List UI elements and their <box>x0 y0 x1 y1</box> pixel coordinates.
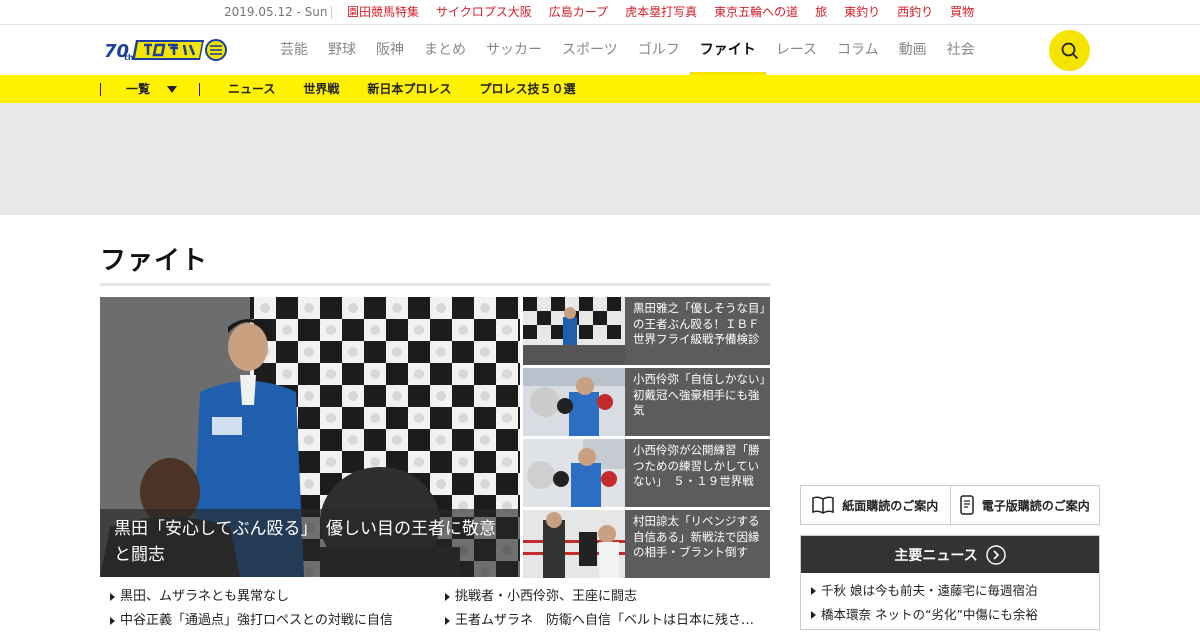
story-title: 小西伶弥が公開練習「勝つための練習しかしていない」 ５・１９世界戦 <box>633 443 760 488</box>
site-logo[interactable]: 70 th <box>104 36 234 64</box>
caret-down-icon <box>167 86 178 93</box>
side-story[interactable]: 小西伶弥が公開練習「勝つための練習しかしていない」 ５・１９世界戦 <box>523 439 770 507</box>
news-list-left: 黒田、ムザラネとも異常なし 中谷正義「通過点」強打ロペスとの対戦に自信 <box>110 585 430 633</box>
story-thumbnail <box>523 510 625 578</box>
digital-subscribe-label: 電子版購読のご案内 <box>981 498 1090 513</box>
news-list-right: 挑戦者・小西伶弥、王座に闘志 王者ムザラネ 防衛へ自信「ベルトは日本に残さない」 <box>445 585 765 633</box>
nav-item[interactable]: 野球 <box>318 25 366 75</box>
list-item[interactable]: 挑戦者・小西伶弥、王座に闘志 <box>445 585 765 609</box>
side-story[interactable]: 村田諒太「リベンジする自信ある」新戦法で因縁の相手・ブラント倒す <box>523 510 770 578</box>
ad-area <box>0 103 1200 215</box>
story-thumbnail <box>523 297 625 365</box>
title-rule <box>100 283 770 286</box>
sub-nav: 一覧 ニュース 世界戦 新日本プロレス プロレス技５０選 <box>0 75 1200 103</box>
side-story[interactable]: 小西伶弥「自信しかない」初戴冠へ強豪相手にも強気 <box>523 368 770 436</box>
nav-item[interactable]: 社会 <box>937 25 985 75</box>
nav-item[interactable]: レース <box>766 25 827 75</box>
main-nav: 芸能 野球 阪神 まとめ サッカー スポーツ ゴルフ ファイト レース コラム … <box>270 25 985 75</box>
sub-link[interactable]: 新日本プロレス <box>367 75 451 103</box>
divider <box>199 83 200 96</box>
main-news-header[interactable]: 主要ニュース <box>801 536 1099 573</box>
search-button[interactable] <box>1049 30 1090 71</box>
main-news-title: 主要ニュース <box>894 547 978 564</box>
story-thumbnail <box>523 439 625 507</box>
hero-caption: 黒田「安心してぶん殴る」 優しい目の王者に敬意と闘志 <box>100 509 520 577</box>
svg-text:th: th <box>124 53 134 62</box>
story-thumbnail <box>523 368 625 436</box>
divider <box>100 83 101 96</box>
open-book-icon <box>812 496 834 514</box>
top-link[interactable]: 旅 <box>815 0 827 24</box>
nav-item[interactable]: コラム <box>827 25 889 75</box>
list-item[interactable]: 橋本環奈 ネットの“劣化”中傷にも余裕 <box>811 603 1089 627</box>
list-dropdown-label: 一覧 <box>126 82 151 96</box>
top-link[interactable]: 広島カープ <box>549 0 608 24</box>
nav-item-active[interactable]: ファイト <box>689 25 766 75</box>
top-link[interactable]: サイクロプス大阪 <box>436 0 532 24</box>
tablet-icon <box>959 495 974 515</box>
subscribe-buttons: 紙面購読のご案内 電子版購読のご案内 <box>800 485 1100 525</box>
list-item[interactable]: 黒田、ムザラネとも異常なし <box>110 585 430 609</box>
nav-item[interactable]: 芸能 <box>270 25 318 75</box>
site-header: 70 th 芸能 野球 阪神 まとめ サッカー スポーツ ゴルフ ファイト レー… <box>0 25 1200 75</box>
sub-link[interactable]: 世界戦 <box>303 75 339 103</box>
sub-links: ニュース 世界戦 新日本プロレス プロレス技５０選 <box>228 75 603 103</box>
top-strip: 2019.05.12 - Sun 園田競馬特集 サイクロプス大阪 広島カープ 虎… <box>0 0 1200 25</box>
list-item[interactable]: 王者ムザラネ 防衛へ自信「ベルトは日本に残さない」 <box>445 609 765 633</box>
top-link[interactable]: 虎本塁打写真 <box>625 0 697 24</box>
search-icon <box>1061 42 1078 59</box>
top-link[interactable]: 東京五輪への道 <box>714 0 798 24</box>
story-title: 村田諒太「リベンジする自信ある」新戦法で因縁の相手・ブラント倒す <box>633 514 760 559</box>
sub-link[interactable]: ニュース <box>228 75 275 103</box>
main-news-list: 千秋 娘は今も前夫・遠藤宅に毎週宿泊 橋本環奈 ネットの“劣化”中傷にも余裕 <box>801 573 1099 627</box>
list-item[interactable]: 千秋 娘は今も前夫・遠藤宅に毎週宿泊 <box>811 579 1089 603</box>
side-story[interactable]: 黒田雅之「優しそうな目」の王者ぶん殴る！ＩＢＦ世界フライ級戦予備検診 <box>523 297 770 365</box>
paper-subscribe-button[interactable]: 紙面購読のご案内 <box>801 486 950 524</box>
hero-story[interactable]: 黒田「安心してぶん殴る」 優しい目の王者に敬意と闘志 <box>100 297 520 577</box>
top-link[interactable]: 西釣り <box>897 0 933 24</box>
nav-item[interactable]: サッカー <box>476 25 552 75</box>
nav-item[interactable]: 阪神 <box>366 25 414 75</box>
top-links: 園田競馬特集 サイクロプス大阪 広島カープ 虎本塁打写真 東京五輪への道 旅 東… <box>347 0 991 24</box>
sub-link[interactable]: プロレス技５０選 <box>479 75 575 103</box>
nav-item[interactable]: 動画 <box>889 25 937 75</box>
chevron-right-circle-icon <box>985 544 1006 565</box>
nav-item[interactable]: スポーツ <box>552 25 628 75</box>
story-title: 小西伶弥「自信しかない」初戴冠へ強豪相手にも強気 <box>633 372 766 417</box>
digital-subscribe-button[interactable]: 電子版購読のご案内 <box>949 486 1100 524</box>
page-title: ファイト <box>100 246 209 276</box>
top-link[interactable]: 買物 <box>950 0 974 24</box>
main-news-box: 主要ニュース 千秋 娘は今も前夫・遠藤宅に毎週宿泊 橋本環奈 ネットの“劣化”中… <box>800 535 1100 630</box>
story-title: 黒田雅之「優しそうな目」の王者ぶん殴る！ＩＢＦ世界フライ級戦予備検診 <box>633 301 766 346</box>
paper-subscribe-label: 紙面購読のご案内 <box>842 498 939 513</box>
list-dropdown[interactable]: 一覧 <box>126 75 178 103</box>
top-link[interactable]: 園田競馬特集 <box>347 0 419 24</box>
current-date: 2019.05.12 - Sun <box>224 5 328 19</box>
divider <box>331 6 332 19</box>
nav-item[interactable]: ゴルフ <box>628 25 690 75</box>
list-item[interactable]: 中谷正義「通過点」強打ロペスとの対戦に自信 <box>110 609 430 633</box>
nav-item[interactable]: まとめ <box>414 25 476 75</box>
top-link[interactable]: 東釣り <box>844 0 880 24</box>
